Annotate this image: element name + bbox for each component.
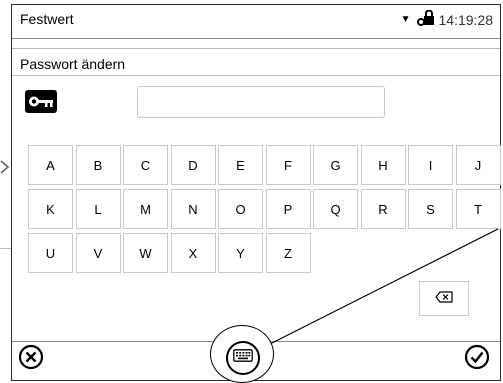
keyboard-icon	[233, 349, 253, 367]
keyboard-button[interactable]	[226, 341, 260, 375]
confirm-icon	[464, 344, 490, 375]
confirm-button[interactable]	[462, 344, 492, 374]
